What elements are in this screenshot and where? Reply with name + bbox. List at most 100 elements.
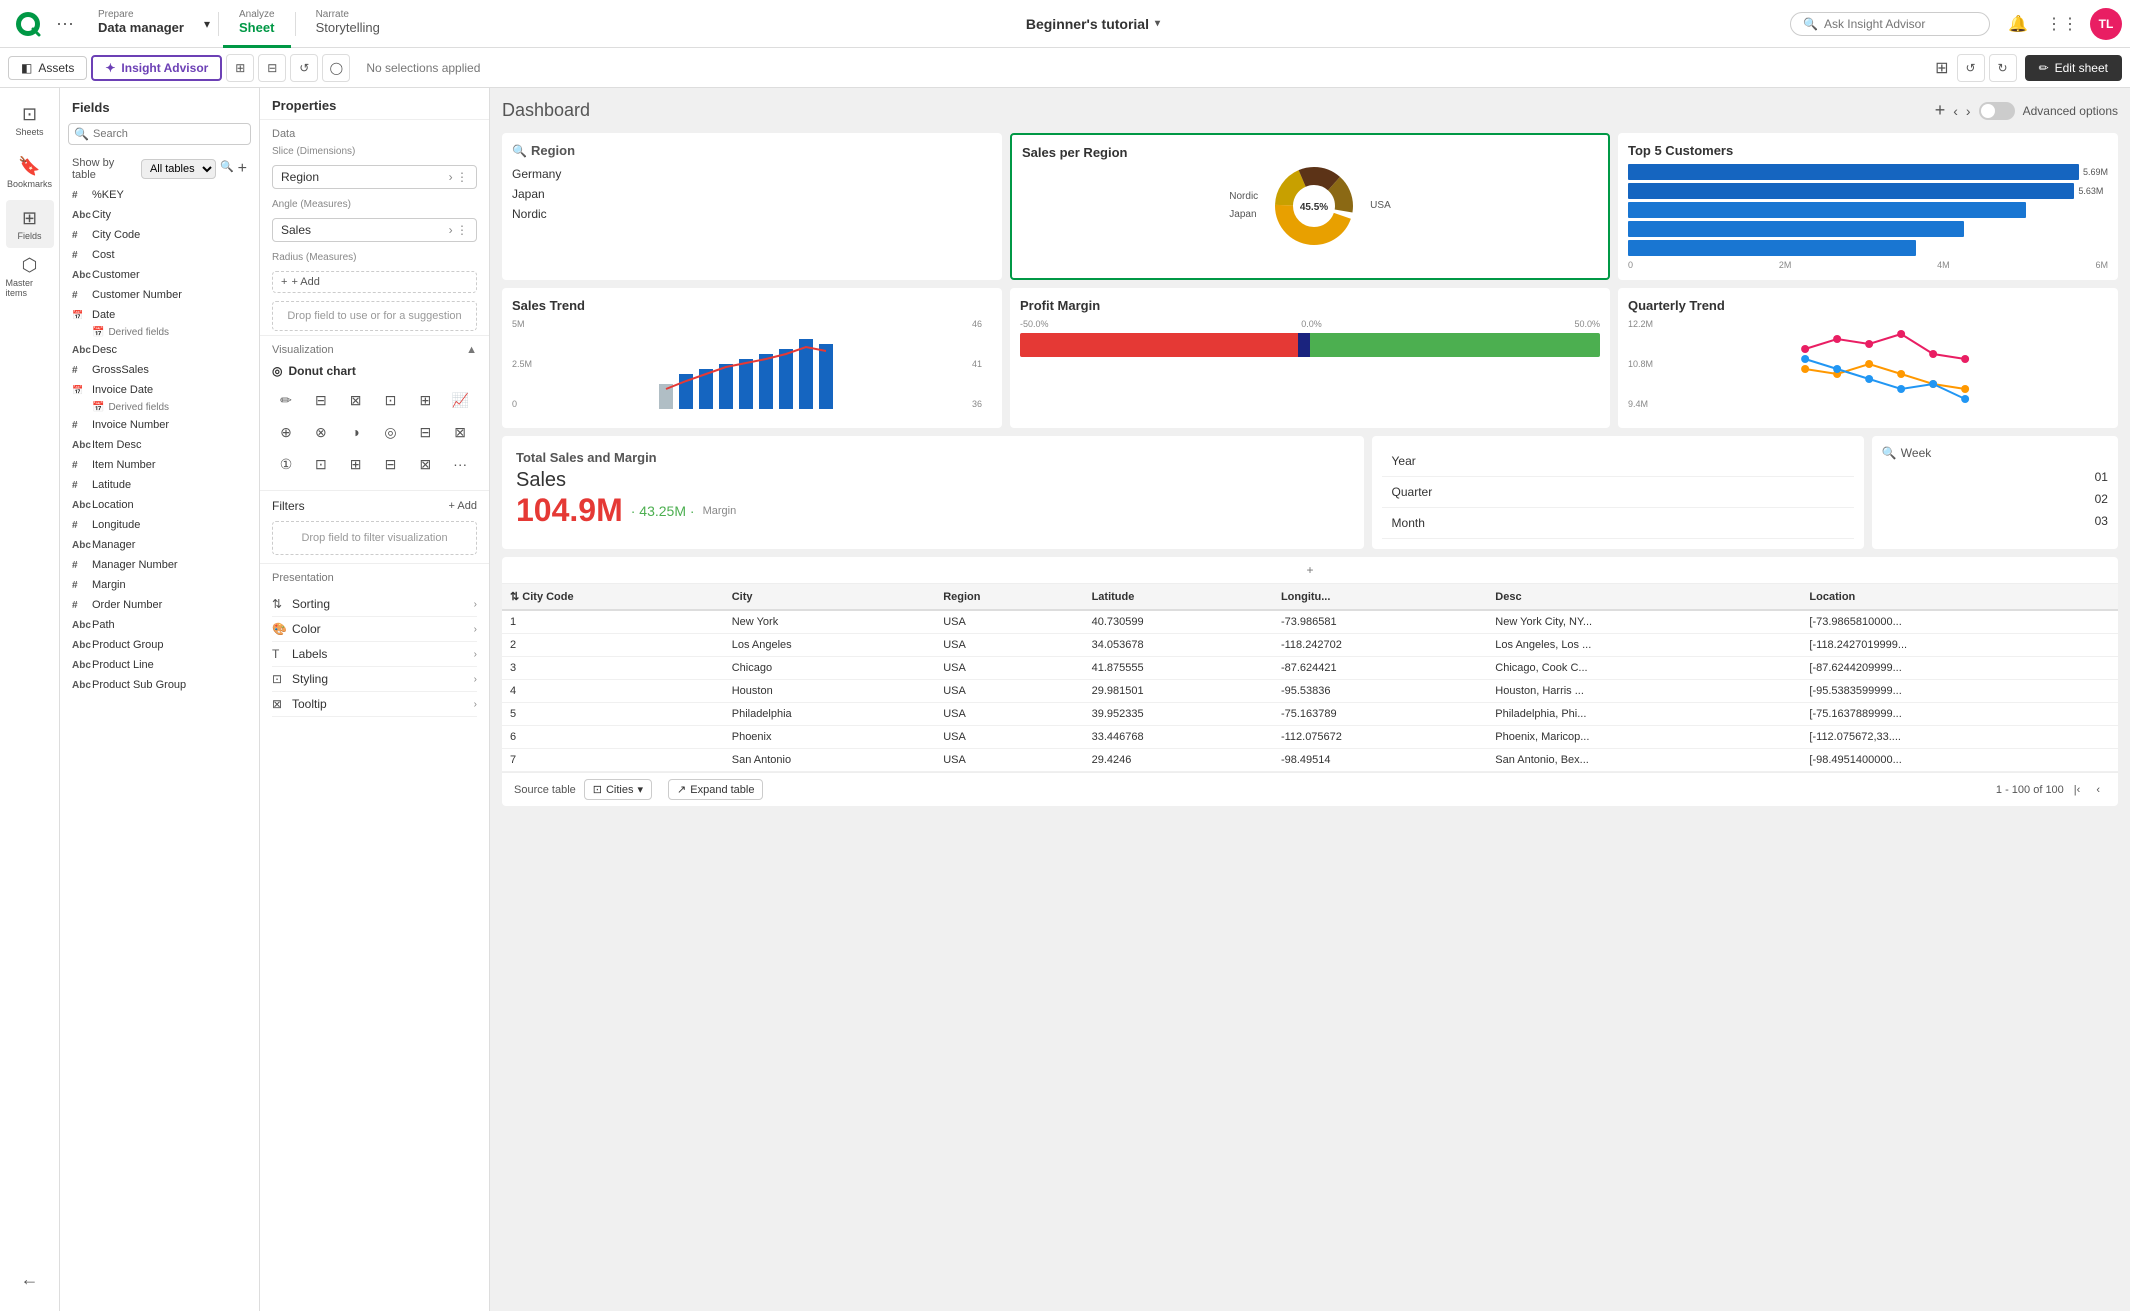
edit-sheet-button[interactable]: ✏ Edit sheet (2025, 55, 2122, 81)
field-item-pkey[interactable]: # %KEY (60, 185, 259, 205)
col-header-location[interactable]: Location (1801, 584, 2118, 610)
source-table-select[interactable]: ⊡ Cities ▾ (584, 779, 652, 800)
nav-left-button[interactable]: ‹ (1953, 103, 1958, 119)
labels-row[interactable]: T Labels › (272, 642, 477, 667)
selections-back[interactable]: ◯ (322, 54, 350, 82)
viz-pie[interactable]: ◑ (342, 418, 370, 446)
nav-analyze[interactable]: Analyze Sheet (223, 0, 291, 48)
field-item-invoicenumber[interactable]: # Invoice Number (60, 415, 259, 435)
table-row[interactable]: 5 Philadelphia USA 39.952335 -75.163789 … (502, 703, 2118, 726)
col-header-desc[interactable]: Desc (1487, 584, 1801, 610)
sorting-row[interactable]: ⇅ Sorting › (272, 592, 477, 617)
fields-search-input[interactable] (68, 123, 251, 145)
field-item-path[interactable]: Abc Path (60, 615, 259, 635)
field-item-itemdesc[interactable]: Abc Item Desc (60, 435, 259, 455)
expand-table-button[interactable]: ↗ Expand table (668, 779, 763, 800)
field-item-managernumber[interactable]: # Manager Number (60, 555, 259, 575)
field-item-desc[interactable]: Abc Desc (60, 340, 259, 360)
undo-btn[interactable]: ↺ (1957, 54, 1985, 82)
field-item-city[interactable]: Abc City (60, 205, 259, 225)
field-item-customernumber[interactable]: # Customer Number (60, 285, 259, 305)
layout-toggle-2[interactable]: ⊟ (258, 54, 286, 82)
user-avatar[interactable]: TL (2090, 8, 2122, 40)
slice-region-row[interactable]: Region › ⋮ (272, 165, 477, 189)
table-select[interactable]: All tables (141, 159, 216, 179)
field-item-grosssales[interactable]: # GrossSales (60, 360, 259, 380)
page-first-button[interactable]: |‹ (2068, 782, 2087, 798)
week-item-02[interactable]: 02 (1882, 488, 2108, 510)
insight-advisor-button[interactable]: ✦ Insight Advisor (91, 55, 222, 81)
viz-grouped-bar[interactable]: ⊠ (342, 386, 370, 414)
advanced-options-toggle[interactable] (1979, 102, 2015, 120)
col-header-citycode[interactable]: ⇅ City Code (502, 584, 724, 610)
field-item-latitude[interactable]: # Latitude (60, 475, 259, 495)
viz-pivot[interactable]: ⊠ (446, 418, 474, 446)
viz-line[interactable]: ⊞ (411, 386, 439, 414)
field-item-invoicedate[interactable]: 📅 Invoice Date (60, 380, 259, 400)
viz-scatter[interactable]: ⊕ (272, 418, 300, 446)
viz-box[interactable]: ⊠ (411, 450, 439, 478)
search-fields-icon[interactable]: 🔍 (220, 160, 234, 178)
week-item-03[interactable]: 03 (1882, 510, 2108, 532)
quarter-filter[interactable]: Quarter (1382, 477, 1854, 508)
viz-stacked-bar[interactable]: ⊟ (307, 386, 335, 414)
field-item-customer[interactable]: Abc Customer (60, 265, 259, 285)
field-item-date[interactable]: 📅 Date (60, 305, 259, 325)
viz-map[interactable]: ⊗ (307, 418, 335, 446)
field-item-productline[interactable]: Abc Product Line (60, 655, 259, 675)
field-item-location[interactable]: Abc Location (60, 495, 259, 515)
sidebar-item-sheets[interactable]: ⊡ Sheets (6, 96, 54, 144)
tooltip-row[interactable]: ⊠ Tooltip › (272, 692, 477, 717)
nav-prepare[interactable]: Prepare Data manager (82, 0, 200, 48)
table-row[interactable]: 3 Chicago USA 41.875555 -87.624421 Chica… (502, 657, 2118, 680)
table-row[interactable]: 4 Houston USA 29.981501 -95.53836 Housto… (502, 680, 2118, 703)
sidebar-item-master[interactable]: ⬡ Master items (6, 252, 54, 300)
nav-more-button[interactable]: ··· (48, 13, 82, 34)
viz-more[interactable]: ··· (446, 450, 474, 478)
field-item-citycode[interactable]: # City Code (60, 225, 259, 245)
week-item-01[interactable]: 01 (1882, 466, 2108, 488)
field-item-cost[interactable]: # Cost (60, 245, 259, 265)
viz-waterfall[interactable]: ⊡ (377, 386, 405, 414)
viz-treemap[interactable]: ⊡ (307, 450, 335, 478)
layout-toggle-1[interactable]: ⊞ (226, 54, 254, 82)
add-field-icon[interactable]: + (238, 160, 247, 178)
table-row[interactable]: 6 Phoenix USA 33.446768 -112.075672 Phoe… (502, 726, 2118, 749)
add-measure-button[interactable]: + + Add (272, 271, 477, 293)
page-prev-button[interactable]: ‹ (2090, 782, 2106, 798)
viz-combo[interactable]: 📈 (446, 386, 474, 414)
table-scroll-container[interactable]: ⇅ City Code City Region Latitude Longitu… (502, 584, 2118, 772)
col-header-longitude[interactable]: Longitu... (1273, 584, 1487, 610)
col-header-city[interactable]: City (724, 584, 935, 610)
year-filter[interactable]: Year (1382, 446, 1854, 477)
region-item-nordic[interactable]: Nordic (512, 204, 992, 224)
derived-fields-date[interactable]: 📅 Derived fields (60, 325, 259, 340)
grid-view-icon[interactable]: ⊞ (1935, 58, 1948, 78)
table-row[interactable]: 2 Los Angeles USA 34.053678 -118.242702 … (502, 634, 2118, 657)
table-add-row[interactable]: + (502, 557, 2118, 584)
field-item-manager[interactable]: Abc Manager (60, 535, 259, 555)
month-filter[interactable]: Month (1382, 508, 1854, 539)
table-row[interactable]: 7 San Antonio USA 29.4246 -98.49514 San … (502, 749, 2118, 772)
app-title[interactable]: Beginner's tutorial ▾ (1026, 16, 1160, 32)
field-item-ordernumber[interactable]: # Order Number (60, 595, 259, 615)
table-row[interactable]: 1 New York USA 40.730599 -73.986581 New … (502, 610, 2118, 634)
region-item-germany[interactable]: Germany (512, 164, 992, 184)
insight-search-box[interactable]: 🔍 (1790, 12, 1990, 36)
col-header-region[interactable]: Region (935, 584, 1083, 610)
derived-fields-invoice[interactable]: 📅 Derived fields (60, 400, 259, 415)
viz-collapse-icon[interactable]: ▲ (466, 344, 477, 356)
styling-row[interactable]: ⊡ Styling › (272, 667, 477, 692)
field-item-longitude[interactable]: # Longitude (60, 515, 259, 535)
assets-button[interactable]: ◧ Assets (8, 56, 87, 80)
color-row[interactable]: 🎨 Color › (272, 617, 477, 642)
redo-btn[interactable]: ↻ (1989, 54, 2017, 82)
add-chart-button[interactable]: + (1935, 100, 1946, 121)
apps-grid-button[interactable]: ⋮⋮ (2046, 8, 2078, 40)
nav-prepare-chevron[interactable]: ▾ (200, 17, 214, 31)
sidebar-item-bookmarks[interactable]: 🔖 Bookmarks (6, 148, 54, 196)
sidebar-item-fields[interactable]: ⊞ Fields (6, 200, 54, 248)
col-header-latitude[interactable]: Latitude (1084, 584, 1273, 610)
viz-kpi[interactable]: ① (272, 450, 300, 478)
field-item-margin[interactable]: # Margin (60, 575, 259, 595)
